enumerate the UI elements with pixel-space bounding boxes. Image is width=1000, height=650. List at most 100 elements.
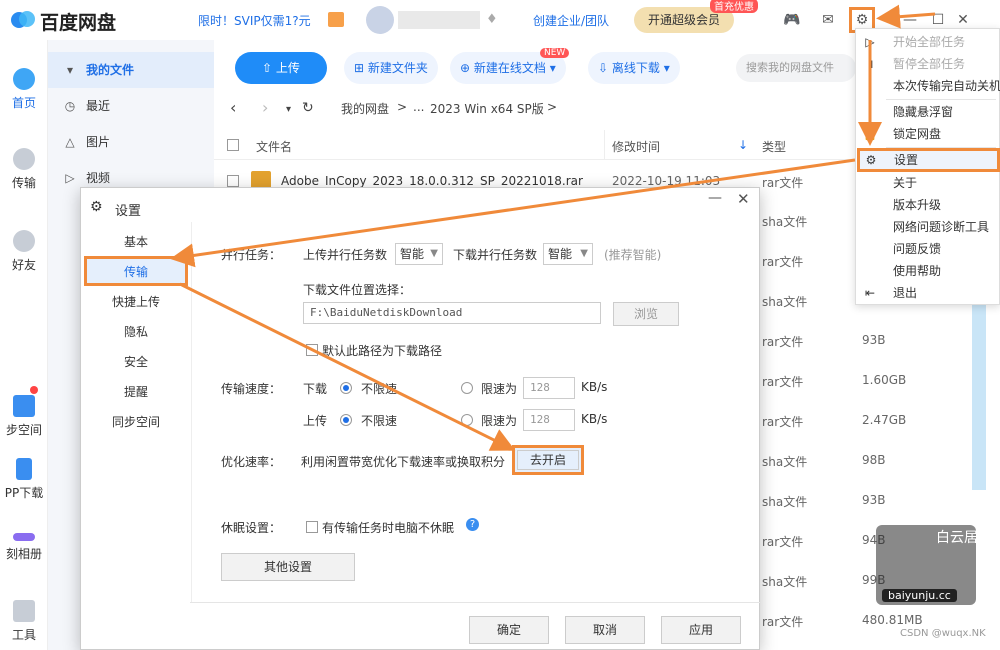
forward-icon[interactable]: › bbox=[262, 98, 268, 117]
download-speed-label: 下载 bbox=[303, 382, 328, 396]
go-enable-button[interactable]: 去开启 bbox=[517, 450, 579, 470]
column-header-modified[interactable]: 修改时间 bbox=[612, 138, 660, 155]
sidebar-item-friends[interactable]: 好友 bbox=[0, 230, 48, 273]
column-header-type[interactable]: 类型 bbox=[762, 138, 786, 155]
upload-limit-input[interactable]: 128 bbox=[523, 409, 575, 431]
minimize-icon[interactable]: — bbox=[900, 10, 920, 30]
menu-item-network-diagnose[interactable]: 网络问题诊断工具 bbox=[856, 216, 1000, 238]
gear-icon: ⚙ bbox=[865, 153, 877, 167]
settings-dropdown-menu: ▷ 开始全部任务 ॥ 暂停全部任务 本次传输完自动关机 隐藏悬浮窗 🔒 锁定网盘 ⚙ 设… bbox=[855, 28, 1000, 305]
menu-item-settings[interactable]: ⚙ 设置 bbox=[857, 148, 1000, 172]
help-icon[interactable]: ? bbox=[466, 518, 479, 531]
offline-download-button[interactable]: ⇩ 离线下载 ▾ bbox=[588, 52, 680, 84]
scrollbar[interactable] bbox=[972, 300, 986, 490]
no-sleep-checkbox[interactable] bbox=[306, 521, 318, 533]
maximize-icon[interactable]: ☐ bbox=[928, 10, 948, 30]
row-checkbox[interactable] bbox=[227, 175, 239, 187]
tools-icon bbox=[13, 600, 35, 622]
dialog-nav-sync-space[interactable]: 同步空间 bbox=[81, 413, 191, 430]
default-path-checkbox[interactable] bbox=[306, 344, 318, 356]
sort-down-icon[interactable]: ↓ bbox=[738, 138, 748, 152]
sidebar-item-album[interactable]: 刻相册 bbox=[0, 525, 48, 562]
sidebar-item-transfer[interactable]: 传输 bbox=[0, 148, 48, 191]
nav-item-recent[interactable]: ◷ 最近 bbox=[48, 88, 214, 124]
history-dropdown-icon[interactable]: ▾ bbox=[286, 104, 291, 115]
optimize-text: 利用闲置带宽优化下载速率或换取积分 bbox=[301, 455, 506, 469]
download-parallel-label: 下载并行任务数 bbox=[453, 248, 538, 262]
upload-speed-label: 上传 bbox=[303, 414, 328, 428]
download-limit-label: 限速为 bbox=[481, 382, 518, 396]
phone-icon bbox=[16, 458, 32, 480]
close-icon[interactable]: ✕ bbox=[953, 10, 973, 30]
menu-item-auto-shutdown[interactable]: 本次传输完自动关机 bbox=[856, 75, 1000, 97]
svip-promo-link[interactable]: 限时！SVIP仅需1?元 bbox=[198, 12, 311, 29]
menu-item-hide-float[interactable]: 隐藏悬浮窗 bbox=[856, 101, 1000, 123]
vip-diamond-icon[interactable]: ♦ bbox=[486, 12, 498, 27]
sidebar-item-tools[interactable]: 工具 bbox=[0, 600, 48, 643]
file-size: 2.47GB bbox=[862, 413, 907, 427]
dialog-minimize-icon[interactable]: — bbox=[708, 190, 722, 206]
dialog-nav-security[interactable]: 安全 bbox=[81, 353, 191, 370]
breadcrumb-ellipsis[interactable]: ... bbox=[413, 100, 424, 114]
select-all-checkbox[interactable] bbox=[227, 139, 239, 151]
file-modified: 2022-10-19 11:03 bbox=[612, 174, 721, 188]
download-path-input[interactable]: F:\BaiduNetdiskDownload bbox=[303, 302, 601, 324]
menu-item-exit[interactable]: ⇤ 退出 bbox=[856, 282, 1000, 304]
browse-button[interactable]: 浏览 bbox=[613, 302, 679, 326]
menu-item-about[interactable]: 关于 bbox=[856, 172, 1000, 194]
menu-item-lock[interactable]: 🔒 锁定网盘 bbox=[856, 123, 1000, 145]
dialog-nav-quick-upload[interactable]: 快捷上传 bbox=[81, 293, 191, 310]
breadcrumb-separator: > bbox=[547, 100, 558, 114]
dialog-nav-reminder[interactable]: 提醒 bbox=[81, 383, 191, 400]
sidebar-item-sync-space[interactable]: 步空间 bbox=[0, 395, 48, 438]
mail-icon[interactable]: ✉ bbox=[818, 10, 838, 30]
breadcrumb-current[interactable]: 2023 Win x64 SP版 bbox=[430, 100, 544, 117]
refresh-icon[interactable]: ↻ bbox=[302, 100, 314, 116]
avatar[interactable] bbox=[366, 6, 394, 34]
menu-item-help[interactable]: 使用帮助 bbox=[856, 260, 1000, 282]
nav-item-images[interactable]: △ 图片 bbox=[48, 124, 214, 160]
dialog-nav-transfer[interactable]: 传输 bbox=[81, 263, 191, 280]
column-header-name[interactable]: 文件名 bbox=[256, 138, 292, 155]
menu-item-feedback[interactable]: 问题反馈 bbox=[856, 238, 1000, 260]
menu-item-pause-all[interactable]: ॥ 暂停全部任务 bbox=[856, 53, 1000, 75]
ok-button[interactable]: 确定 bbox=[469, 616, 549, 644]
file-type: rar文件 bbox=[762, 615, 804, 629]
download-limit-radio[interactable] bbox=[461, 382, 473, 394]
create-enterprise-link[interactable]: 创建企业/团队 bbox=[533, 12, 609, 29]
pause-icon: ॥ bbox=[866, 57, 874, 71]
sidebar-item-app-download[interactable]: PP下载 bbox=[0, 458, 48, 501]
baidu-netdisk-logo-icon bbox=[10, 8, 36, 30]
notification-dot bbox=[30, 386, 38, 394]
download-unlimited-radio[interactable] bbox=[340, 382, 352, 394]
menu-item-start-all[interactable]: ▷ 开始全部任务 bbox=[856, 31, 1000, 53]
cloud-icon bbox=[13, 68, 35, 90]
back-icon[interactable]: ‹ bbox=[230, 98, 236, 117]
username-redacted bbox=[398, 11, 480, 29]
other-settings-button[interactable]: 其他设置 bbox=[221, 553, 355, 581]
upload-button[interactable]: ⇧ 上传 bbox=[235, 52, 327, 84]
vip-badge: 首充优惠 bbox=[710, 0, 758, 13]
download-parallel-select[interactable]: 智能 ▼ bbox=[543, 243, 593, 265]
game-icon[interactable]: 🎮 bbox=[782, 10, 802, 30]
image-icon: △ bbox=[65, 135, 75, 149]
new-folder-button[interactable]: ⊞ 新建文件夹 bbox=[344, 52, 438, 84]
cancel-button[interactable]: 取消 bbox=[565, 616, 645, 644]
apply-button[interactable]: 应用 bbox=[661, 616, 741, 644]
file-name[interactable]: Adobe_InCopy_2023_18.0.0.312_SP_20221018… bbox=[281, 174, 583, 188]
nav-item-my-files[interactable]: ▾ 我的文件 bbox=[48, 52, 214, 88]
dialog-close-icon[interactable]: ✕ bbox=[737, 190, 750, 208]
upload-unlimited-radio[interactable] bbox=[340, 414, 352, 426]
upload-parallel-select[interactable]: 智能 ▼ bbox=[395, 243, 443, 265]
file-type: rar文件 bbox=[762, 415, 804, 429]
download-limit-input[interactable]: 128 bbox=[523, 377, 575, 399]
breadcrumb-root[interactable]: 我的网盘 bbox=[341, 100, 389, 117]
recommend-hint: (推荐智能) bbox=[604, 248, 662, 262]
search-input[interactable]: 搜索我的网盘文件 bbox=[736, 54, 856, 82]
gift-icon[interactable] bbox=[328, 12, 344, 27]
sidebar-item-home[interactable]: 首页 bbox=[0, 68, 48, 111]
upload-limit-radio[interactable] bbox=[461, 414, 473, 426]
dialog-nav-basic[interactable]: 基本 bbox=[81, 233, 191, 250]
menu-item-upgrade[interactable]: 版本升级 bbox=[856, 194, 1000, 216]
dialog-nav-privacy[interactable]: 隐私 bbox=[81, 323, 191, 340]
